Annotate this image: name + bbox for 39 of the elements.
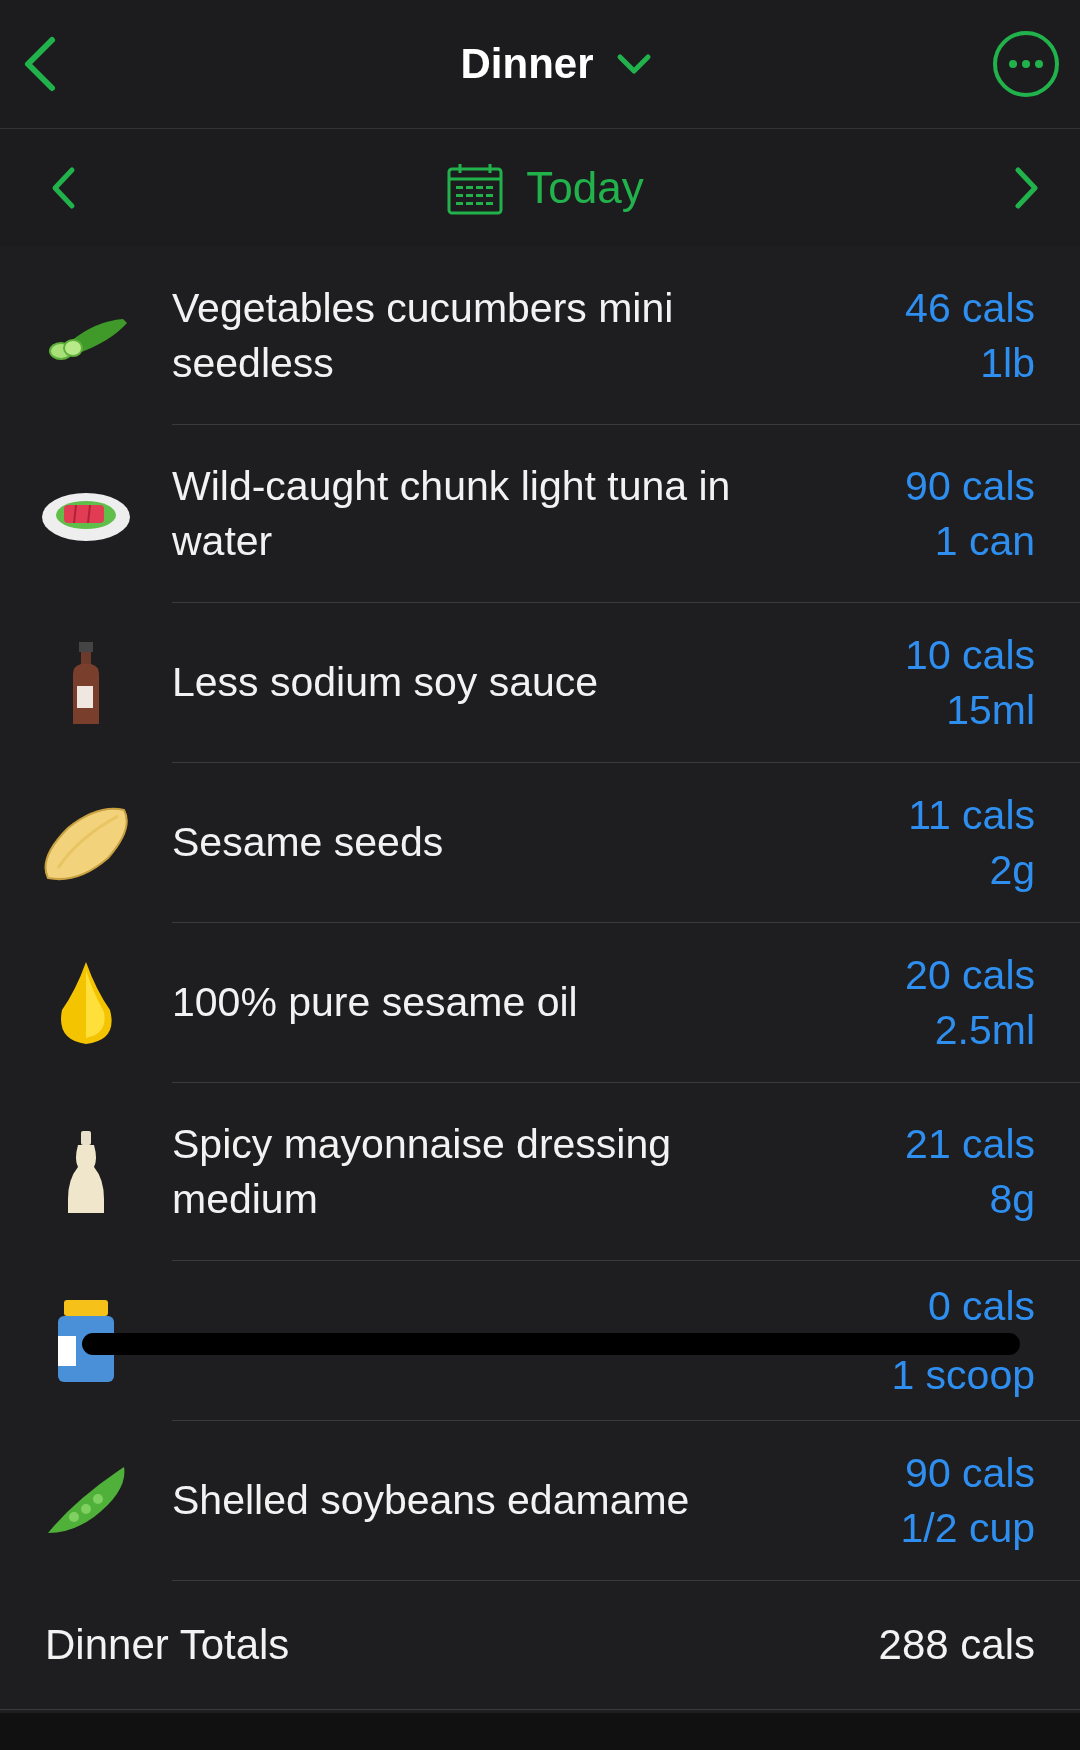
serving-size: 2.5ml <box>934 1005 1035 1055</box>
calories-value: 0 cals <box>927 1281 1035 1331</box>
food-entry[interactable]: 0 cals 1 scoop <box>0 1261 1080 1421</box>
food-name: 100% pure sesame oil <box>172 978 578 1027</box>
food-entry[interactable]: Wild-caught chunk light tuna in water 90 cals 1 can <box>0 425 1080 603</box>
calories-value: 21 cals <box>905 1119 1035 1169</box>
totals-value: 288 cals <box>878 1621 1035 1669</box>
serving-size: 8g <box>989 1174 1035 1224</box>
serving-size: 15ml <box>946 685 1035 735</box>
next-day-icon[interactable] <box>1014 166 1040 210</box>
food-entry[interactable]: Vegetables cucumbers mini seedless 46 cals 1lb <box>0 247 1080 425</box>
title-dropdown[interactable]: Dinner <box>460 40 652 88</box>
serving-size: 1 can <box>934 516 1035 566</box>
food-entry[interactable]: Less sodium soy sauce 10 cals 15ml <box>0 603 1080 763</box>
food-name: Shelled soybeans edamame <box>172 1476 690 1525</box>
totals-label: Dinner Totals <box>45 1621 290 1669</box>
serving-size: 1 scoop <box>891 1350 1035 1400</box>
serving-size: 2g <box>989 845 1035 895</box>
calories-value: 90 cals <box>905 461 1035 511</box>
chevron-down-icon <box>615 53 652 75</box>
serving-size: 1/2 cup <box>900 1503 1035 1553</box>
food-entry[interactable]: Shelled soybeans edamame 90 cals 1/2 cup <box>0 1421 1080 1581</box>
more-icon[interactable] <box>992 30 1060 98</box>
calories-value: 11 cals <box>908 790 1035 840</box>
food-name: Sesame seeds <box>172 818 444 867</box>
food-name: Less sodium soy sauce <box>172 658 599 707</box>
previous-day-icon[interactable] <box>50 166 76 210</box>
food-name: Wild-caught chunk light tuna in water <box>172 461 732 566</box>
food-entry[interactable]: Spicy mayonnaise dressing medium 21 cals 8g <box>0 1083 1080 1261</box>
calories-value: 10 cals <box>905 630 1035 680</box>
calories-value: 20 cals <box>905 950 1035 1000</box>
date-label[interactable]: Today <box>526 163 644 213</box>
food-entry[interactable]: 100% pure sesame oil 20 cals 2.5ml <box>0 923 1080 1083</box>
serving-size: 1lb <box>980 338 1035 388</box>
calories-value: 90 cals <box>905 1448 1035 1498</box>
food-name: Spicy mayonnaise dressing medium <box>172 1119 673 1224</box>
calories-value: 46 cals <box>905 283 1035 333</box>
food-name: Vegetables cucumbers mini seedless <box>172 283 675 388</box>
food-entry[interactable]: Sesame seeds 11 cals 2g <box>0 763 1080 923</box>
